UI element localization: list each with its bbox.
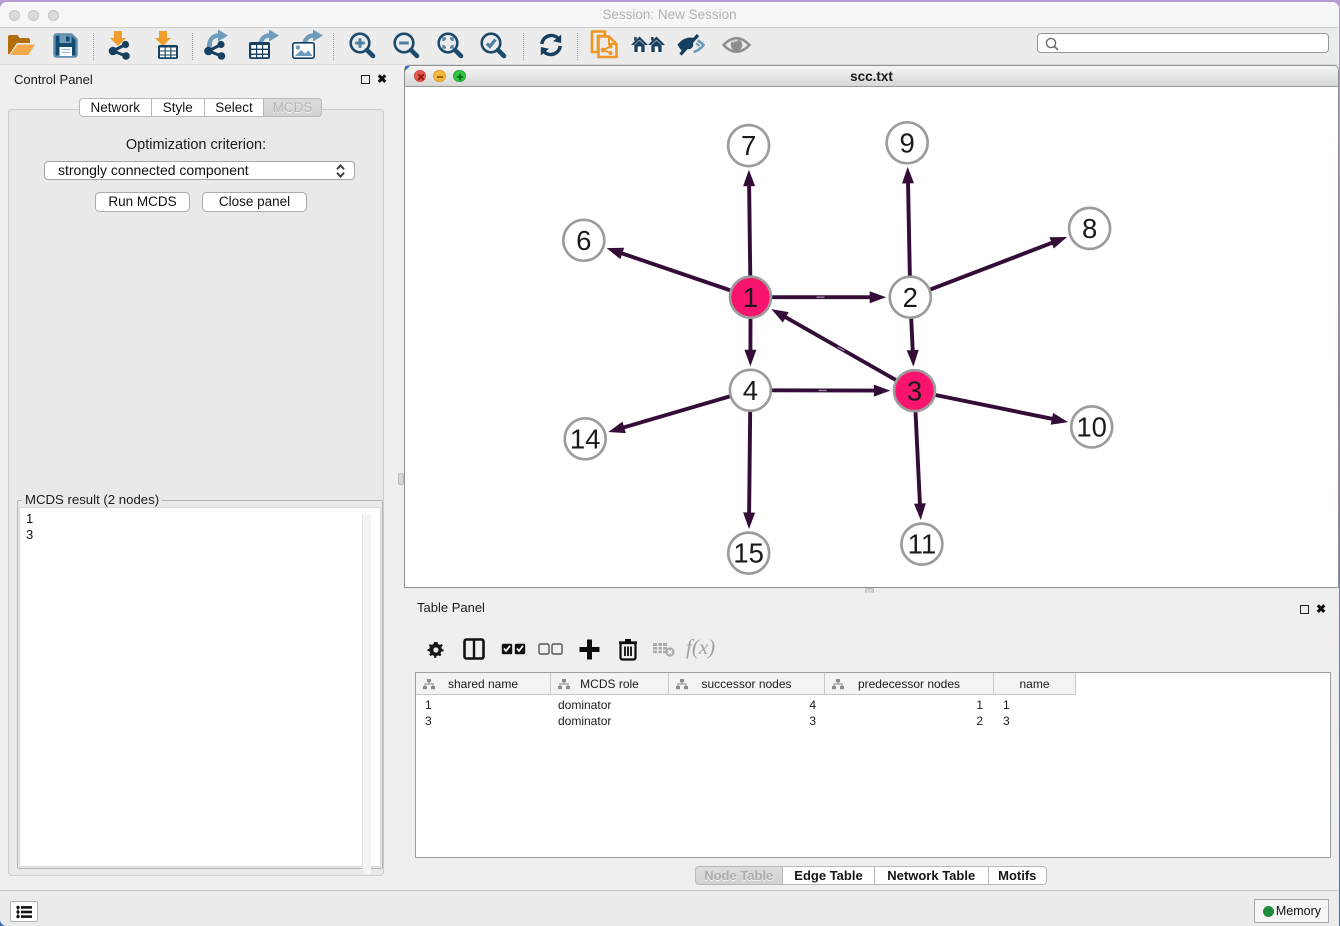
svg-text:3: 3 — [907, 375, 922, 406]
svg-text:10: 10 — [1076, 412, 1107, 443]
svg-text:8: 8 — [1082, 213, 1097, 244]
svg-text:14: 14 — [570, 423, 601, 454]
svg-text:2: 2 — [903, 282, 918, 313]
svg-text:4: 4 — [743, 375, 758, 406]
svg-text:11: 11 — [908, 529, 937, 560]
svg-text:15: 15 — [733, 538, 764, 569]
svg-text:1: 1 — [743, 282, 758, 313]
svg-text:7: 7 — [741, 130, 756, 161]
svg-text:9: 9 — [900, 127, 915, 158]
svg-text:6: 6 — [576, 225, 591, 256]
